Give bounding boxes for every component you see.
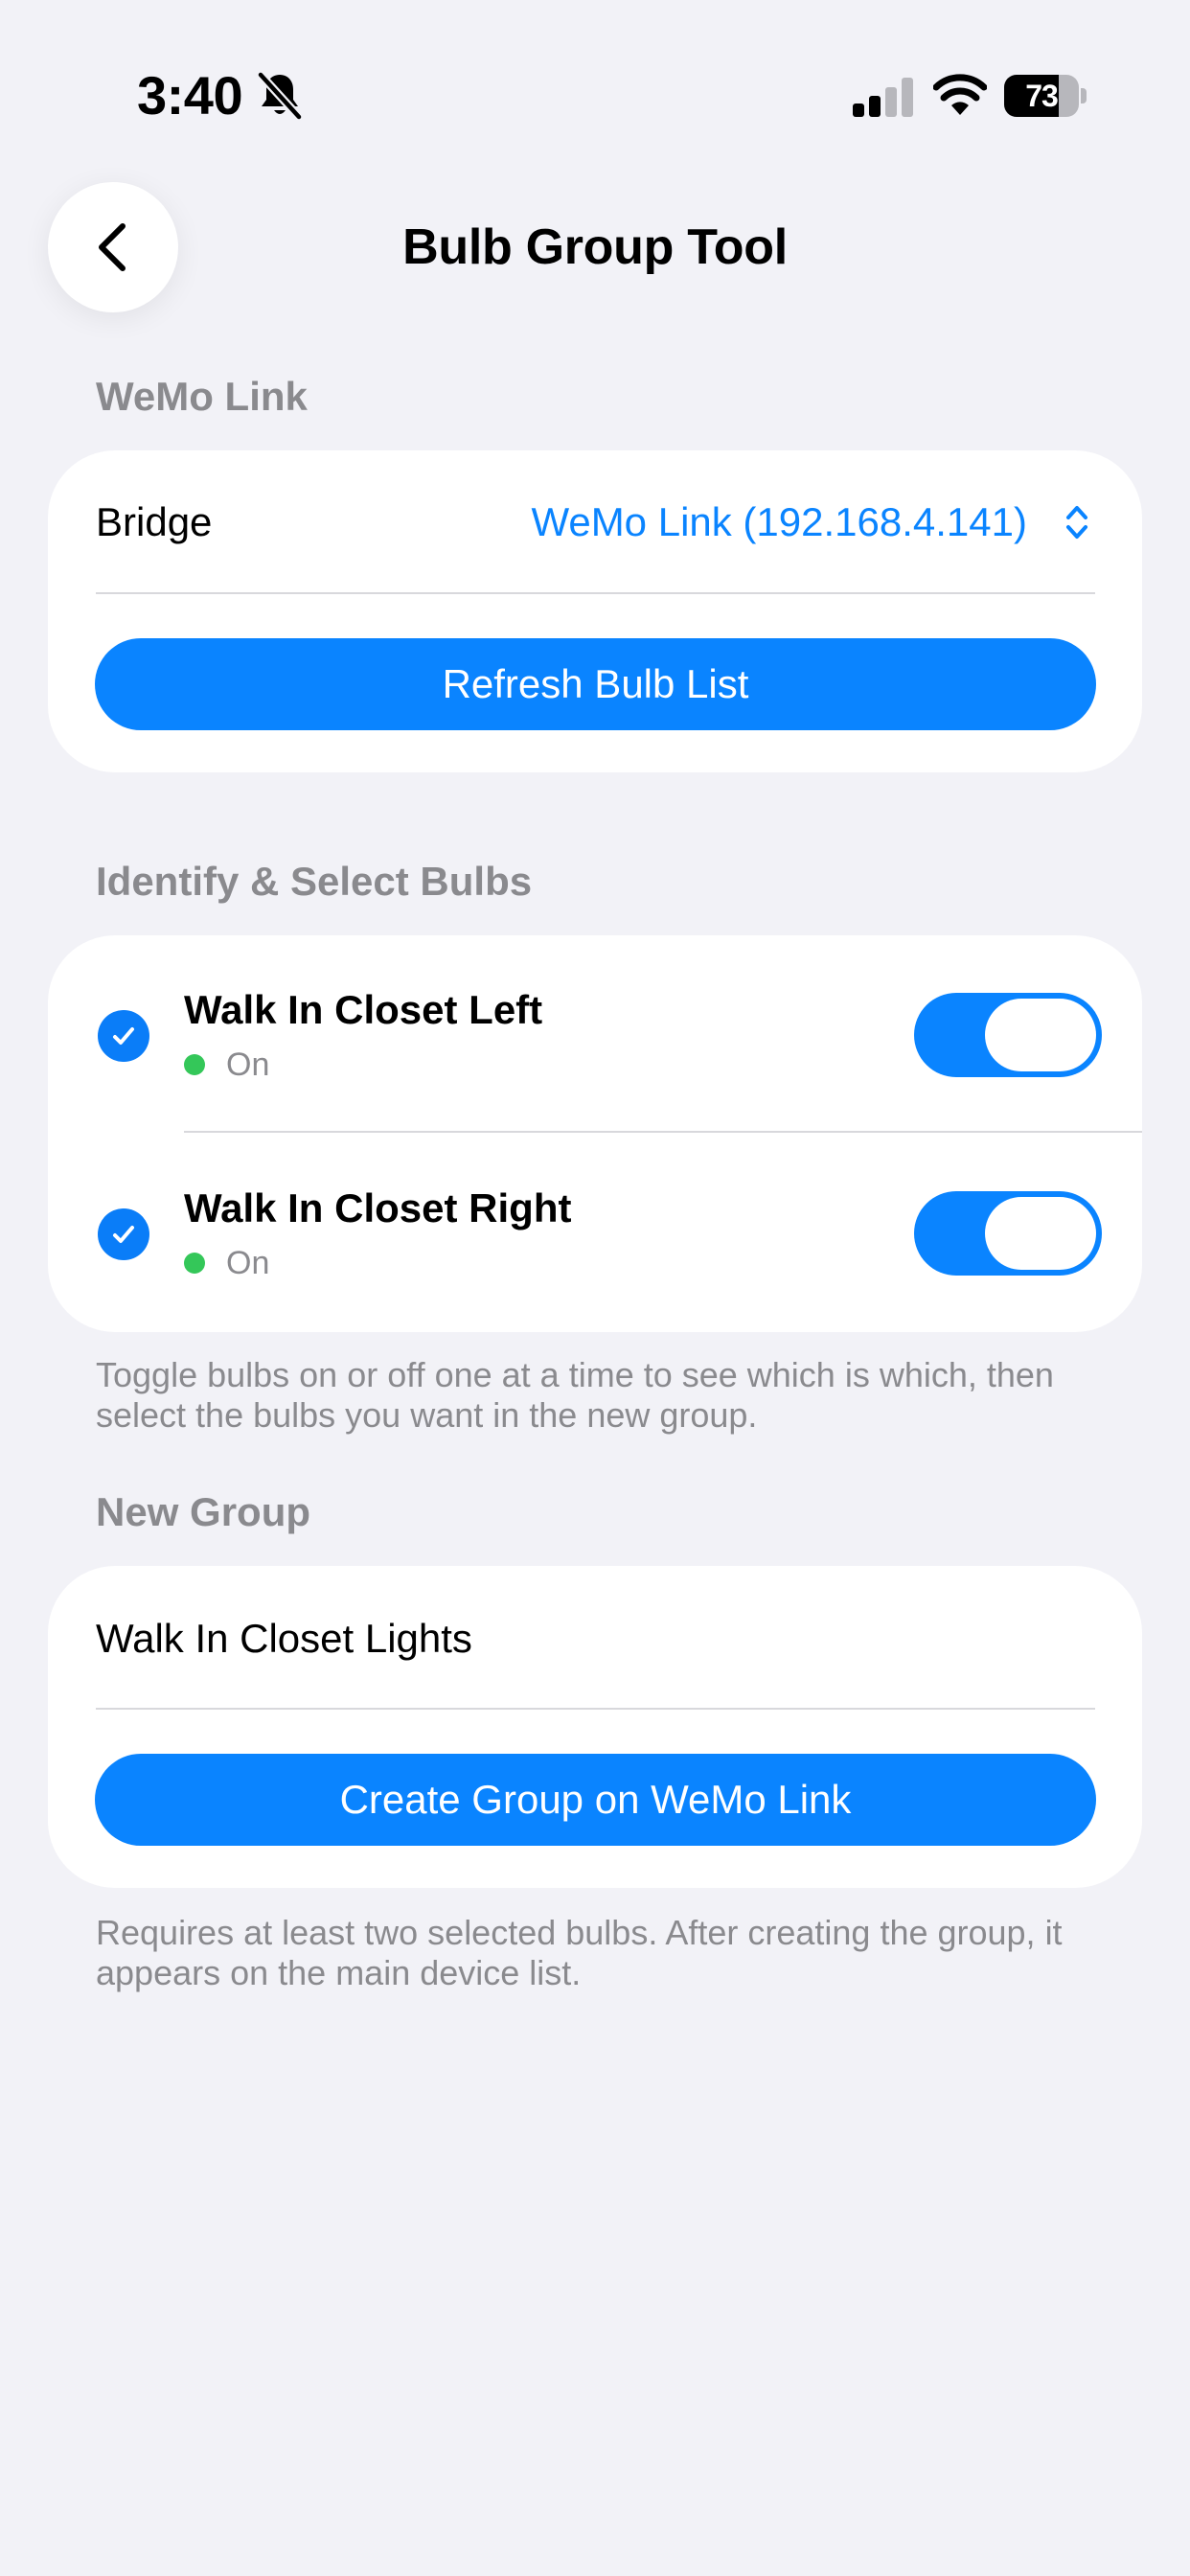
list-item: Walk In Closet Left On: [48, 935, 1142, 1133]
bulb-status-text: On: [226, 1046, 270, 1083]
bulb-status: On: [184, 1243, 269, 1283]
battery-level: 73: [1025, 79, 1059, 113]
group-name-field[interactable]: Walk In Closet Lights: [96, 1614, 1095, 1664]
toggle-knob: [985, 999, 1096, 1071]
wifi-icon: [933, 74, 987, 115]
checkmark-icon: [113, 1226, 134, 1243]
status-dot-icon: [184, 1054, 205, 1075]
bridge-row[interactable]: Bridge WeMo Link (192.168.4.141): [48, 450, 1142, 594]
checkmark-icon: [113, 1027, 134, 1045]
bulb-name: Walk In Closet Left: [184, 987, 543, 1032]
status-time: 3:40: [137, 65, 243, 126]
bridge-picker[interactable]: WeMo Link (192.168.4.141): [531, 497, 1027, 547]
chevron-up-down-icon: [1066, 506, 1087, 539]
wemo-link-card: Bridge WeMo Link (192.168.4.141) Refresh…: [48, 450, 1142, 772]
battery-icon: 73: [1004, 75, 1087, 117]
bulb-power-toggle[interactable]: [914, 993, 1102, 1077]
bulb-status: On: [184, 1045, 269, 1085]
list-item: Walk In Closet Right On: [48, 1133, 1142, 1332]
new-group-card: Walk In Closet Lights Create Group on We…: [48, 1566, 1142, 1888]
cellular-signal-icon: [853, 78, 913, 117]
bulb-status-text: On: [226, 1245, 270, 1281]
bell-slash-icon: [257, 71, 303, 121]
create-group-button[interactable]: Create Group on WeMo Link: [95, 1754, 1096, 1846]
refresh-bulb-list-button[interactable]: Refresh Bulb List: [95, 638, 1096, 730]
bulb-select-checkbox[interactable]: [98, 1208, 149, 1260]
status-dot-icon: [184, 1253, 205, 1274]
new-group-footnote: Requires at least two selected bulbs. Af…: [96, 1913, 1063, 1992]
toggle-knob: [985, 1197, 1096, 1270]
bulb-name: Walk In Closet Right: [184, 1185, 572, 1230]
section-header-bulbs: Identify & Select Bulbs: [96, 859, 533, 904]
divider: [96, 1708, 1095, 1710]
divider: [96, 592, 1095, 594]
bulbs-footnote: Toggle bulbs on or off one at a time to …: [96, 1355, 1054, 1435]
section-header-wemo-link: WeMo Link: [96, 374, 308, 419]
bulb-power-toggle[interactable]: [914, 1191, 1102, 1276]
section-header-new-group: New Group: [96, 1489, 311, 1534]
bulbs-card: Walk In Closet Left On Walk In Closet Ri…: [48, 935, 1142, 1332]
bridge-label: Bridge: [96, 499, 213, 544]
bulb-select-checkbox[interactable]: [98, 1010, 149, 1062]
page-title: Bulb Group Tool: [402, 219, 788, 275]
